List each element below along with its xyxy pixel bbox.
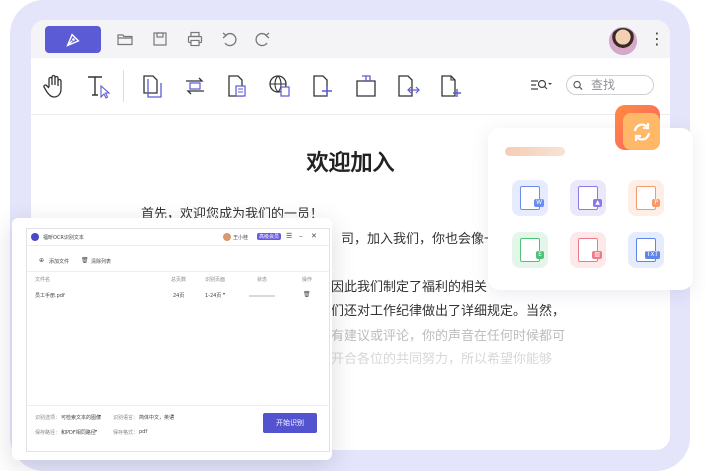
column-header-range: 识别页面: [205, 277, 226, 283]
title-bar: ⋮: [31, 20, 670, 58]
ocr-user-avatar: [223, 233, 231, 241]
search-input[interactable]: [589, 77, 653, 93]
column-header-pages: 总页数: [171, 277, 187, 283]
ocr-app-icon: [31, 233, 39, 241]
chevron-down-icon: ▾: [99, 413, 102, 418]
output-format-label: 保存格式：: [113, 430, 139, 436]
ppt-icon: P: [652, 199, 660, 207]
split-page-icon[interactable]: [352, 72, 380, 100]
ocr-dialog: 福昕OCR识别文本 王小桂 高级会员 ☰ – ✕ ⊕ 添加文件 🗑 清除列表 文…: [12, 218, 332, 460]
app-logo-button[interactable]: [45, 26, 101, 53]
column-header-status: 状态: [257, 277, 268, 283]
pro-badge: 高级会员: [257, 233, 282, 240]
zoom-list-icon: [531, 79, 552, 90]
sync-convert-icon: [633, 122, 650, 141]
zoom-search-dropdown[interactable]: [530, 78, 552, 95]
new-document-icon[interactable]: [437, 72, 465, 100]
document-line: 有建议或评论，你的声音在任何时候都可: [331, 329, 566, 344]
redo-icon[interactable]: [255, 31, 271, 47]
recognize-label: 识别选项：: [35, 415, 61, 421]
file-name: 员工手册.pdf: [35, 293, 65, 299]
rotate-page-icon[interactable]: [181, 72, 209, 100]
language-select[interactable]: 简体中文，英语: [139, 414, 174, 421]
print-icon[interactable]: [187, 31, 203, 47]
ocr-user-name[interactable]: 王小桂: [233, 234, 248, 241]
convert-badge[interactable]: [615, 105, 660, 150]
panel-header-bar: [505, 147, 565, 156]
to-excel-tile[interactable]: E: [512, 232, 548, 268]
merge-page-icon[interactable]: [394, 72, 422, 100]
convert-format-panel: W ▲ P E ▧ TXT: [488, 128, 693, 290]
chevron-down-icon: ▾: [223, 291, 226, 296]
output-path-select[interactable]: 和PDF相同路径: [61, 429, 96, 436]
progress-bar: [249, 295, 275, 297]
save-icon[interactable]: [152, 31, 168, 47]
select-text-icon[interactable]: [84, 72, 112, 100]
pen-nib-icon: [66, 32, 80, 47]
to-ppt-tile[interactable]: P: [628, 180, 664, 216]
word-icon: W: [534, 199, 544, 207]
trash-icon[interactable]: 🗑: [81, 257, 89, 264]
footer-divider: [27, 405, 329, 406]
document-line: 司，加入我们，你也会像一: [341, 232, 498, 247]
start-recognition-button[interactable]: 开始识别: [263, 413, 317, 433]
document-line: 开合各位的共同努力，所以希望你能够: [331, 352, 553, 367]
to-word-tile[interactable]: W: [512, 180, 548, 216]
insert-page-icon[interactable]: [309, 72, 337, 100]
toolbar-separator: [123, 70, 124, 102]
user-avatar[interactable]: [609, 27, 637, 55]
close-icon[interactable]: ✕: [311, 232, 317, 240]
page-range-select[interactable]: 1-24页: [205, 292, 221, 299]
chevron-down-icon: ▾: [95, 428, 98, 433]
output-path-label: 保存路径：: [35, 430, 61, 436]
document-line: 因此我们制定了福利的相关: [331, 280, 488, 295]
add-file-icon[interactable]: ⊕: [39, 257, 44, 264]
undo-icon[interactable]: [221, 31, 237, 47]
recognize-select[interactable]: 可检索文本的图像: [61, 414, 101, 421]
to-txt-tile[interactable]: TXT: [628, 232, 664, 268]
web-page-icon[interactable]: [266, 72, 294, 100]
column-header-action: 操作: [302, 277, 313, 283]
excel-icon: E: [536, 251, 544, 259]
column-header-name: 文件名: [35, 277, 51, 283]
search-icon: [573, 80, 583, 90]
txt-icon: TXT: [644, 251, 660, 259]
ocr-window: 福昕OCR识别文本 王小桂 高级会员 ☰ – ✕ ⊕ 添加文件 🗑 清除列表 文…: [26, 228, 330, 452]
image-icon: ▲: [593, 199, 602, 207]
hand-tool-icon[interactable]: [40, 72, 68, 100]
to-image-tile[interactable]: ▲: [570, 180, 606, 216]
add-file-button[interactable]: 添加文件: [49, 258, 69, 265]
file-pages: 24页: [173, 293, 185, 299]
open-folder-icon[interactable]: [117, 31, 133, 47]
ocr-title-bar: 福昕OCR识别文本 王小桂 高级会员 ☰ – ✕: [27, 229, 329, 246]
main-toolbar: [31, 58, 670, 115]
pages-icon[interactable]: [138, 72, 166, 100]
output-format-value[interactable]: pdf: [139, 429, 147, 435]
search-box[interactable]: [566, 75, 654, 95]
document-line: 们还对工作纪律做出了详细规定。当然，: [331, 304, 566, 319]
delete-row-icon[interactable]: 🗑: [303, 291, 311, 298]
language-label: 识别语言：: [113, 415, 139, 421]
to-pdfa-tile[interactable]: ▧: [570, 232, 606, 268]
minimize-icon[interactable]: –: [299, 232, 303, 240]
table-divider: [27, 271, 329, 272]
ocr-menu-icon[interactable]: ☰: [286, 232, 292, 240]
ocr-window-title: 福昕OCR识别文本: [43, 235, 84, 241]
more-menu-icon[interactable]: ⋮: [649, 28, 665, 50]
chevron-down-icon: ▾: [172, 413, 175, 418]
pdf-icon: ▧: [592, 251, 602, 259]
extract-page-icon[interactable]: [224, 72, 252, 100]
clear-list-button[interactable]: 清除列表: [91, 258, 111, 265]
